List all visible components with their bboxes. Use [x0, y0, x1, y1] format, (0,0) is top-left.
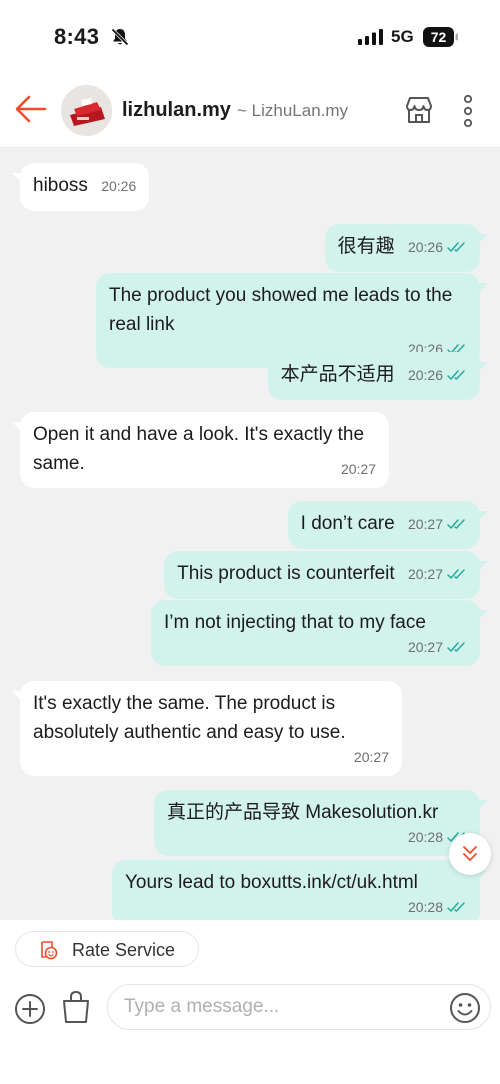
shop-avatar[interactable]: [61, 85, 112, 136]
chat-header: lizhulan.my ~ LizhuLan.my: [0, 72, 500, 148]
rate-service-button[interactable]: Rate Service: [15, 931, 199, 967]
message-text: This product is counterfeit: [177, 563, 395, 584]
message-time: 20:28: [407, 829, 443, 845]
message-text: I don’t care: [300, 513, 395, 534]
emoji-icon[interactable]: [449, 992, 481, 1024]
message-text: Yours lead to boxutts.ink/ct/uk.html: [125, 872, 418, 893]
message-outgoing[interactable]: I don’t care 20:27: [287, 501, 488, 549]
status-bar: 8:43 5G 72: [0, 0, 500, 72]
shop-name[interactable]: lizhulan.my: [122, 99, 231, 122]
read-ticks-icon: [447, 902, 465, 912]
message-text: 真正的产品导致 Makesolution.kr: [167, 802, 439, 823]
message-text: 很有趣: [337, 236, 395, 257]
message-text: The product you showed me leads to the r…: [109, 285, 453, 335]
read-ticks-icon: [447, 519, 465, 529]
message-incoming[interactable]: It's exactly the same. The product is ab…: [12, 681, 402, 776]
rate-service-label: Rate Service: [72, 940, 176, 960]
rate-service-icon: [41, 941, 58, 960]
message-outgoing[interactable]: 真正的产品导致 Makesolution.kr 20:28: [154, 790, 488, 856]
composer-area: Rate Service: [0, 920, 500, 1084]
read-ticks-icon: [447, 642, 465, 652]
message-time: 20:27: [407, 516, 443, 532]
read-ticks-icon: [447, 242, 465, 252]
message-text: It's exactly the same. The product is ab…: [33, 693, 346, 743]
bell-off-icon: [111, 28, 129, 46]
store-icon[interactable]: [404, 96, 434, 124]
message-text: 本产品不适用: [280, 364, 395, 385]
message-time: 20:26: [407, 239, 443, 255]
battery-icon: 72: [423, 27, 459, 47]
message-time: 20:27: [407, 639, 443, 655]
battery-level: 72: [430, 29, 447, 45]
status-time: 8:43: [54, 24, 100, 49]
message-incoming[interactable]: hiboss 20:26: [12, 163, 150, 211]
more-options-icon[interactable]: [460, 94, 476, 128]
message-outgoing[interactable]: This product is counterfeit 20:27: [164, 551, 488, 599]
message-text: hiboss: [33, 175, 88, 196]
message-list[interactable]: hiboss 20:26 很有趣 20:26 The product you s…: [0, 148, 500, 920]
message-outgoing[interactable]: Yours lead to boxutts.ink/ct/uk.html 20:…: [112, 860, 488, 920]
scroll-to-bottom-button[interactable]: [449, 833, 491, 875]
add-attachment-icon[interactable]: [14, 993, 46, 1025]
message-outgoing[interactable]: 很有趣 20:26: [324, 224, 488, 272]
message-time: 20:27: [340, 461, 376, 477]
shopping-bag-icon[interactable]: [61, 990, 91, 1024]
double-chevron-down-icon: [463, 846, 477, 861]
message-input[interactable]: [107, 984, 491, 1030]
read-ticks-icon: [447, 370, 465, 380]
message-time: 20:27: [407, 566, 443, 582]
network-type: 5G: [391, 27, 414, 46]
message-outgoing[interactable]: 本产品不适用 20:26: [267, 352, 488, 400]
message-incoming[interactable]: Open it and have a look. It's exactly th…: [12, 412, 389, 488]
read-ticks-icon: [447, 569, 465, 579]
message-time: 20:27: [353, 749, 389, 765]
back-arrow-icon[interactable]: [14, 94, 48, 124]
message-outgoing[interactable]: I’m not injecting that to my face 20:27: [151, 600, 488, 666]
shop-username: ~ LizhuLan.my: [237, 101, 349, 120]
message-time: 20:26: [407, 367, 443, 383]
signal-icon: [358, 29, 383, 45]
message-time: 20:26: [101, 178, 137, 194]
message-time: 20:28: [407, 899, 443, 915]
message-text: I’m not injecting that to my face: [164, 612, 426, 633]
